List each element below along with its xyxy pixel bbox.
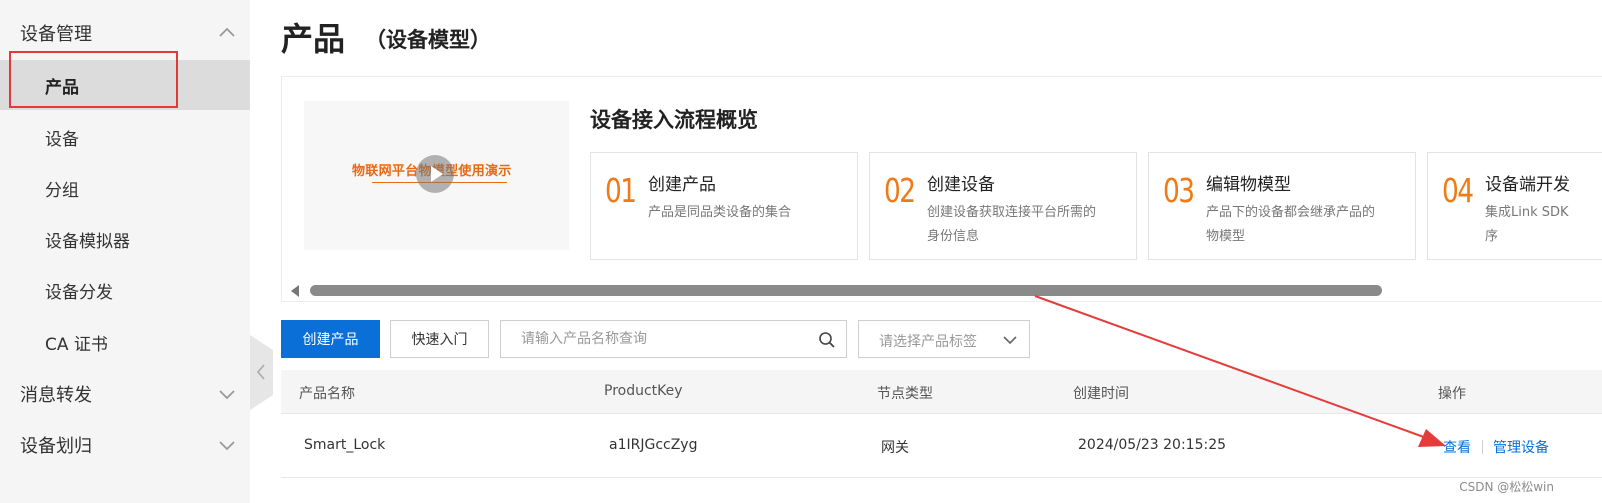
create-product-button[interactable]: 创建产品	[281, 320, 380, 358]
step-number: 04	[1442, 171, 1474, 210]
sidebar-group-label: 设备管理	[20, 24, 92, 45]
sidebar-group-label: 消息转发	[20, 385, 92, 406]
overview-title: 设备接入流程概览	[590, 108, 758, 132]
step-number: 02	[884, 171, 916, 210]
product-search-box	[500, 320, 847, 358]
demo-video-thumbnail[interactable]: 物联网平台物模型使用演示	[304, 101, 569, 250]
action-divider	[1482, 440, 1483, 454]
quick-start-button[interactable]: 快速入门	[390, 320, 489, 358]
step-card-create-product[interactable]: 01 创建产品 产品是同品类设备的集合	[590, 152, 858, 260]
column-header-node-type: 节点类型	[877, 386, 933, 402]
chevron-up-icon	[219, 27, 235, 37]
column-header-product-name: 产品名称	[299, 386, 355, 402]
cell-node-type: 网关	[881, 440, 909, 456]
sidebar-item-label: 设备分发	[45, 282, 113, 303]
manage-devices-link[interactable]: 管理设备	[1493, 437, 1549, 457]
cell-product-key: a1IRJGccZyg	[609, 437, 698, 453]
sidebar-item-label: CA 证书	[45, 334, 108, 355]
watermark: CSDN @松松win	[1459, 480, 1554, 494]
cell-created-time: 2024/05/23 20:15:25	[1078, 437, 1227, 453]
sidebar-item-label: 产品	[45, 77, 79, 98]
step-title: 编辑物模型	[1206, 175, 1291, 195]
sidebar-group-device-management[interactable]: 设备管理	[0, 8, 250, 58]
sidebar-item-ca-certificate[interactable]: CA 证书	[0, 317, 250, 367]
sidebar: 设备管理 产品 设备 分组 设备模拟器 设备分发 CA 证书 消息转发 设备划归	[0, 0, 250, 503]
table-header: 产品名称 ProductKey 节点类型 创建时间 操作	[281, 370, 1602, 414]
sidebar-item-device-distribution[interactable]: 设备分发	[0, 265, 250, 315]
sidebar-item-product[interactable]: 产品	[0, 60, 250, 110]
play-icon[interactable]	[416, 155, 454, 193]
sidebar-item-label: 分组	[45, 180, 79, 201]
step-title: 设备端开发	[1485, 175, 1570, 195]
chevron-down-icon	[1003, 336, 1017, 345]
product-search-input[interactable]	[501, 321, 821, 357]
step-description: 集成Link SDK 序	[1485, 205, 1569, 244]
sidebar-item-label: 设备模拟器	[45, 231, 130, 252]
column-header-actions: 操作	[1438, 386, 1466, 402]
chevron-left-icon	[256, 364, 265, 380]
table-row: Smart_Lock a1IRJGccZyg 网关 2024/05/23 20:…	[281, 414, 1602, 478]
onboarding-overview-panel: 物联网平台物模型使用演示 设备接入流程概览 01 创建产品 产品是同品类设备的集…	[281, 76, 1602, 302]
cell-product-name: Smart_Lock	[304, 437, 386, 453]
chevron-down-icon	[219, 441, 235, 451]
page-title: 产品	[281, 20, 346, 58]
sidebar-item-group[interactable]: 分组	[0, 163, 250, 213]
step-description: 产品是同品类设备的集合	[648, 205, 792, 220]
column-header-created-time: 创建时间	[1073, 386, 1129, 402]
tag-select-placeholder: 请选择产品标签	[879, 334, 977, 350]
step-description: 产品下的设备都会继承产品的 物模型	[1206, 205, 1376, 244]
view-link[interactable]: 查看	[1443, 437, 1471, 457]
sidebar-collapse-handle[interactable]	[250, 335, 273, 410]
sidebar-item-device-simulator[interactable]: 设备模拟器	[0, 214, 250, 264]
step-card-create-device[interactable]: 02 创建设备 创建设备获取连接平台所需的 身份信息	[869, 152, 1137, 260]
page-subtitle: （设备模型）	[365, 28, 491, 52]
scroll-left-arrow-icon[interactable]	[291, 285, 299, 297]
sidebar-item-label: 设备	[45, 129, 79, 150]
step-description: 创建设备获取连接平台所需的 身份信息	[927, 205, 1097, 244]
sidebar-item-device[interactable]: 设备	[0, 112, 250, 162]
sidebar-group-message-forwarding[interactable]: 消息转发	[0, 369, 250, 419]
step-number: 01	[605, 171, 637, 210]
search-icon[interactable]	[818, 331, 836, 349]
step-title: 创建设备	[927, 175, 995, 195]
step-card-device-dev[interactable]: 04 设备端开发 集成Link SDK 序	[1427, 152, 1602, 260]
sidebar-group-device-assign[interactable]: 设备划归	[0, 420, 250, 470]
step-title: 创建产品	[648, 175, 716, 195]
product-tag-select[interactable]: 请选择产品标签	[858, 320, 1030, 358]
chevron-down-icon	[219, 390, 235, 400]
step-number: 03	[1163, 171, 1195, 210]
horizontal-scrollbar-thumb[interactable]	[310, 285, 1382, 296]
sidebar-group-label: 设备划归	[20, 436, 92, 457]
step-card-edit-thing-model[interactable]: 03 编辑物模型 产品下的设备都会继承产品的 物模型	[1148, 152, 1416, 260]
column-header-product-key: ProductKey	[604, 383, 683, 399]
